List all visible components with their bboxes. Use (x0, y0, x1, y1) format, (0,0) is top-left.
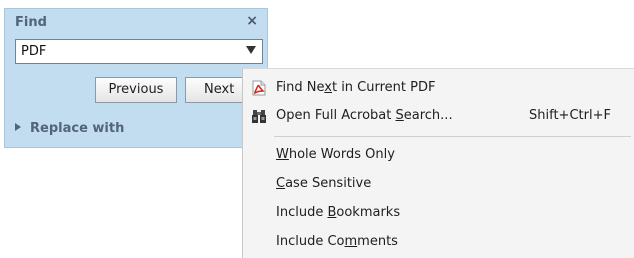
menu-item-label: Find Next in Current PDF (276, 80, 436, 95)
menu-item-label: Include Bookmarks (276, 205, 401, 220)
menu-item-whole-words-only[interactable]: Whole Words Only (243, 142, 633, 168)
replace-with-toggle[interactable]: Replace with (15, 121, 124, 136)
menu-item-label: Open Full Acrobat Search... (276, 108, 453, 123)
expand-triangle-icon (15, 123, 21, 131)
menu-item-open-full-search[interactable]: Open Full Acrobat Search... Shift+Ctrl+F (243, 103, 633, 129)
menu-item-label: Whole Words Only (276, 147, 395, 162)
menu-item-label: Include Comments (276, 234, 398, 249)
search-combobox[interactable] (15, 39, 263, 64)
next-options-menu: Find Next in Current PDF Open Full Acrob… (242, 68, 634, 258)
find-panel: Find × Previous Next Replace with (4, 8, 268, 148)
menu-item-label: Case Sensitive (276, 176, 372, 191)
menu-item-include-bookmarks[interactable]: Include Bookmarks (243, 200, 633, 226)
menu-item-find-next-in-pdf[interactable]: Find Next in Current PDF (243, 75, 633, 101)
replace-with-label: Replace with (30, 121, 125, 136)
pdf-icon (251, 80, 267, 96)
menu-separator (274, 136, 631, 137)
menu-item-include-comments[interactable]: Include Comments (243, 229, 633, 255)
next-button[interactable]: Next (185, 77, 245, 103)
menu-item-case-sensitive[interactable]: Case Sensitive (243, 171, 633, 197)
previous-button[interactable]: Previous (95, 77, 177, 103)
dropdown-arrow-icon[interactable] (246, 46, 256, 54)
search-input[interactable] (16, 40, 241, 63)
close-icon[interactable]: × (246, 13, 258, 29)
menu-item-shortcut: Shift+Ctrl+F (529, 108, 611, 123)
binoculars-icon (251, 108, 267, 124)
find-title: Find (15, 15, 47, 30)
